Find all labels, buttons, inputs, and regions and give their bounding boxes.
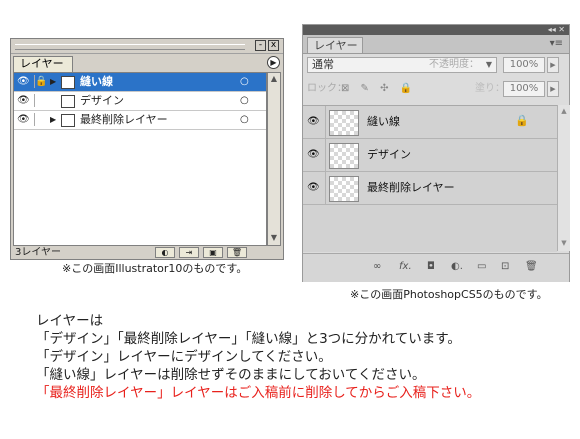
panel-menu-icon[interactable]: ▾≡ (550, 38, 563, 50)
visibility-toggle[interactable]: 👁 (303, 139, 326, 171)
instruction-line: 「デザイン」「最終削除レイヤー」「縫い線」と3つに分かれています。 (36, 331, 461, 347)
clipping-mask-icon[interactable]: ◐ (155, 247, 175, 258)
layer-mask-icon[interactable]: ◘ (427, 261, 435, 273)
layer-row-design[interactable]: 👁 デザイン ○ (14, 92, 266, 111)
panel-footer: ∞ fx. ◘ ◐. ▭ ⊡ 🗑 (303, 253, 569, 282)
layer-thumbnail (329, 143, 359, 169)
opacity-slider-arrow-icon[interactable]: ▶ (547, 57, 559, 73)
instruction-line: レイヤーは (36, 313, 104, 329)
new-layer-icon[interactable]: ▣ (203, 247, 223, 258)
target-circle-icon[interactable]: ○ (240, 113, 249, 127)
layer-name: 最終削除レイヤー (80, 113, 168, 126)
layer-name: 最終削除レイヤー (367, 181, 455, 194)
layer-count: 3レイヤー (15, 247, 62, 258)
layer-color-swatch (61, 95, 75, 108)
panel-footer: 3レイヤー ◐ ⇥ ▣ 🗑 (11, 247, 283, 259)
panel-tab-row: レイヤー ▶ (11, 54, 283, 72)
target-circle-icon[interactable]: ○ (240, 75, 249, 89)
layers-list: 👁 🔒 ▶ 縫い線 ○ 👁 デザイン ○ 👁 ▶ 最終削除レイヤー ○ (13, 72, 267, 246)
target-circle-icon[interactable]: ○ (240, 94, 249, 108)
layer-name: 縫い線 (80, 75, 113, 88)
eye-icon[interactable]: 👁 (17, 114, 30, 125)
photoshop-layers-panel: ◂◂ ✕ レイヤー ▾≡ 通常 ▼ 不透明度： 100% ▶ ロック： ⊠ ✎ … (302, 24, 570, 282)
panel-tab-row: レイヤー ▾≡ (303, 35, 569, 54)
lock-options-icons[interactable]: ⊠ ✎ ✣ 🔒 (341, 81, 416, 97)
panel-header-strip[interactable]: ◂◂ ✕ (303, 25, 569, 35)
expand-triangle-icon[interactable]: ▶ (50, 76, 58, 88)
eye-icon: 👁 (307, 149, 320, 160)
visibility-toggle[interactable]: 👁 (303, 172, 326, 204)
layer-row-stitch-line[interactable]: 👁 🔒 ▶ 縫い線 ○ (14, 73, 266, 92)
scroll-up-icon[interactable]: ▲ (559, 107, 569, 115)
lock-icon: 🔒 (515, 114, 529, 127)
link-layers-icon[interactable]: ∞ (373, 261, 381, 273)
adjustment-layer-icon[interactable]: ◐. (451, 261, 463, 273)
minimize-button[interactable]: - (255, 40, 266, 51)
photoshop-caption: ※この画面PhotoshopCS5のものです。 (350, 288, 548, 301)
instruction-line: 「縫い線」レイヤーは削除せずそのままにしておいてください。 (36, 367, 426, 383)
opacity-field[interactable]: 100% (503, 57, 545, 73)
new-group-icon[interactable]: ▭ (477, 261, 486, 273)
lock-icon[interactable]: 🔒 (34, 75, 47, 88)
illustrator-layers-panel: - x レイヤー ▶ 👁 🔒 ▶ 縫い線 ○ 👁 デザイン ○ 👁 ▶ 最終削除… (10, 38, 284, 260)
layers-scrollbar[interactable]: ▲ ▼ (557, 105, 570, 251)
fill-field[interactable]: 100% (503, 81, 545, 97)
trash-icon[interactable]: 🗑 (525, 261, 538, 273)
chevron-down-icon: ▼ (485, 60, 492, 69)
panel-menu-icon[interactable]: ▶ (267, 56, 280, 69)
layer-name: 縫い線 (367, 115, 400, 128)
layer-row-final-delete[interactable]: 👁 最終削除レイヤー (303, 172, 557, 205)
scroll-up-icon[interactable]: ▲ (269, 74, 279, 84)
layer-color-swatch (61, 76, 75, 89)
tab-layers[interactable]: レイヤー (307, 37, 363, 53)
eye-icon[interactable]: 👁 (17, 95, 30, 106)
layer-row-stitch-line[interactable]: 👁 縫い線 🔒 (303, 106, 557, 139)
blend-opacity-row: 通常 ▼ 不透明度： 100% ▶ (307, 57, 565, 75)
layer-name: デザイン (367, 148, 411, 161)
fill-slider-arrow-icon[interactable]: ▶ (547, 81, 559, 97)
blend-mode-value: 通常 (312, 58, 334, 71)
collapse-close-icon[interactable]: ◂◂ ✕ (548, 25, 565, 35)
layer-row-design[interactable]: 👁 デザイン (303, 139, 557, 172)
titlebar-grip (15, 44, 245, 50)
layer-color-swatch (61, 114, 75, 127)
trash-icon[interactable]: 🗑 (227, 247, 247, 258)
lock-fill-row: ロック： ⊠ ✎ ✣ 🔒 塗り： 100% ▶ (307, 81, 565, 99)
eye-icon: 👁 (307, 182, 320, 193)
layer-thumbnail (329, 176, 359, 202)
panel-titlebar[interactable]: - x (11, 39, 283, 54)
visibility-toggle[interactable]: 👁 (303, 106, 326, 138)
layers-scrollbar[interactable]: ▲ ▼ (267, 72, 281, 246)
tab-layers[interactable]: レイヤー (13, 56, 73, 72)
close-button[interactable]: x (268, 40, 279, 51)
new-sublayer-icon[interactable]: ⇥ (179, 247, 199, 258)
fill-label: 塗り： (475, 83, 505, 94)
layers-list: 👁 縫い線 🔒 👁 デザイン 👁 最終削除レイヤー (303, 105, 557, 252)
scroll-down-icon[interactable]: ▼ (559, 239, 569, 247)
layer-name: デザイン (80, 94, 124, 107)
layer-row-final-delete[interactable]: 👁 ▶ 最終削除レイヤー ○ (14, 111, 266, 130)
scroll-down-icon[interactable]: ▼ (269, 233, 279, 243)
lock-toggle[interactable] (34, 113, 46, 126)
instruction-warning-line: 「最終削除レイヤー」レイヤーはご入稿前に削除してからご入稿下さい。 (36, 385, 481, 401)
new-layer-icon[interactable]: ⊡ (501, 261, 509, 273)
expand-triangle-icon[interactable]: ▶ (50, 114, 58, 126)
instruction-line: 「デザイン」レイヤーにデザインしてください。 (36, 349, 332, 365)
illustrator-caption: ※この画面Illustrator10のものです。 (62, 262, 248, 275)
eye-icon[interactable]: 👁 (17, 76, 30, 87)
opacity-label: 不透明度： (429, 59, 479, 70)
layer-thumbnail (329, 110, 359, 136)
lock-toggle[interactable] (34, 94, 46, 107)
layer-style-icon[interactable]: fx. (399, 261, 412, 273)
eye-icon: 👁 (307, 116, 320, 127)
